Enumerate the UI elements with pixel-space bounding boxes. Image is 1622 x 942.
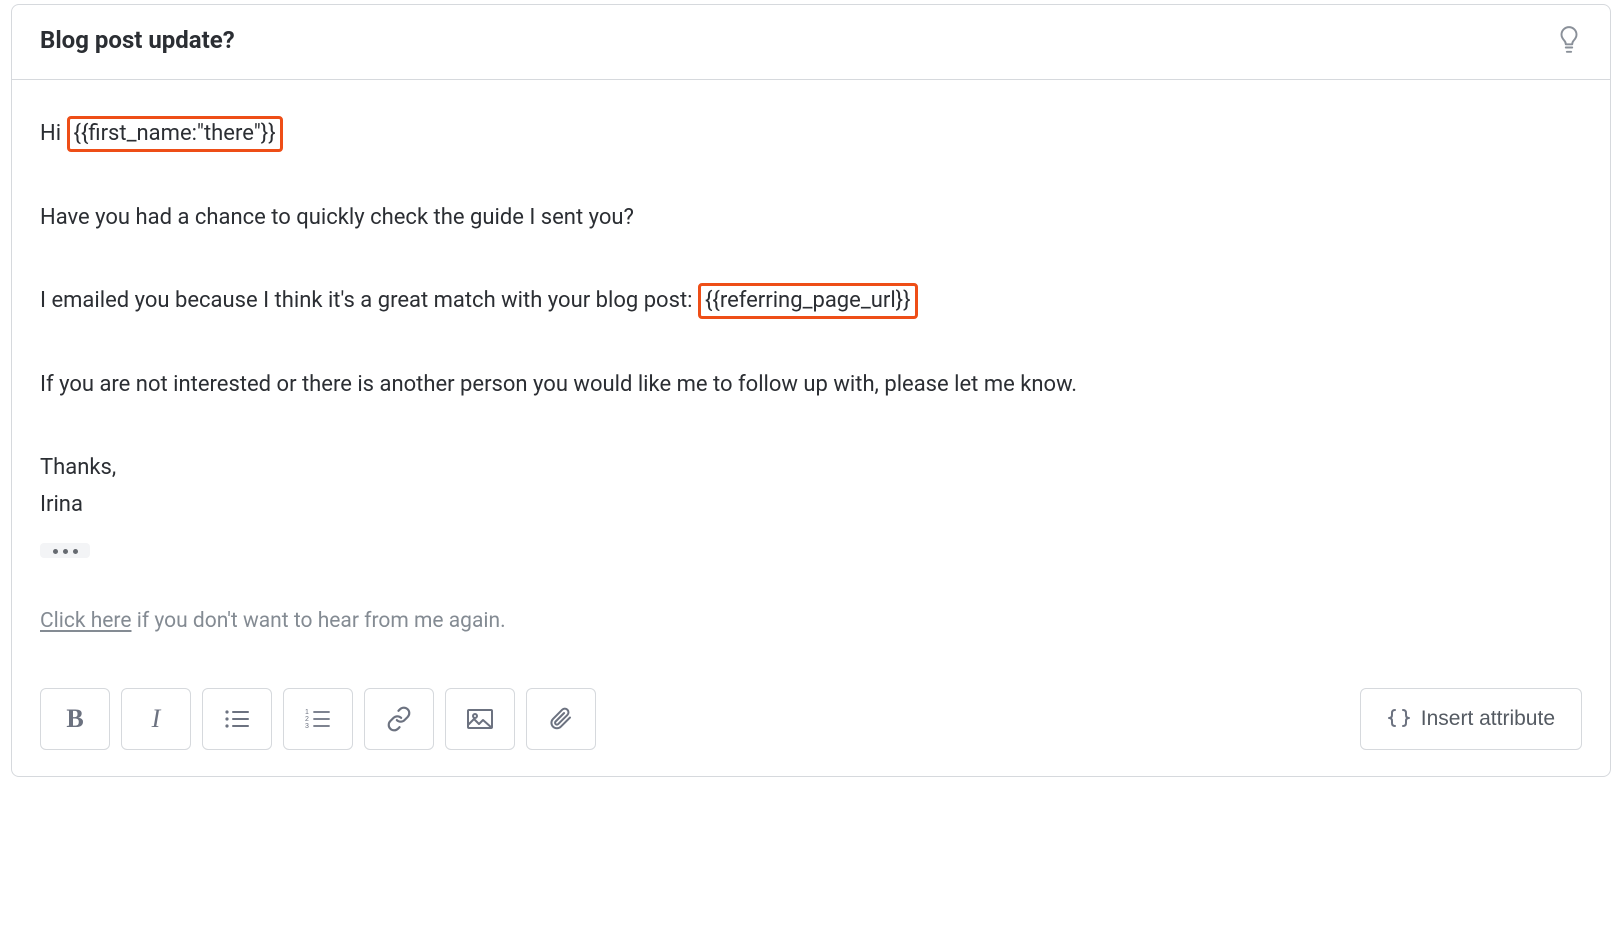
bold-button[interactable]: B	[40, 688, 110, 750]
body-paragraph-2: I emailed you because I think it's a gre…	[40, 283, 1582, 319]
image-icon	[466, 708, 494, 730]
toolbar-left: B I	[40, 688, 596, 750]
ellipsis-icon	[63, 549, 68, 554]
signoff: Thanks,	[40, 450, 1582, 485]
svg-text:2: 2	[305, 716, 309, 723]
composer-header: Blog post update?	[12, 5, 1610, 80]
body-paragraph-3: If you are not interested or there is an…	[40, 367, 1582, 402]
lightbulb-icon[interactable]	[1556, 25, 1582, 55]
bullet-list-button[interactable]	[202, 688, 272, 750]
unsubscribe-text: if you don't want to hear from me again.	[132, 609, 506, 633]
ellipsis-icon	[53, 549, 58, 554]
email-composer: Blog post update? Hi {{first_name:"there…	[11, 4, 1611, 777]
svg-text:3: 3	[305, 723, 309, 730]
svg-text:1: 1	[305, 709, 309, 716]
para2-prefix: I emailed you because I think it's a gre…	[40, 288, 698, 313]
link-icon	[386, 706, 412, 732]
greeting-line: Hi {{first_name:"there"}}	[40, 116, 1582, 152]
insert-attribute-button[interactable]: Insert attribute	[1360, 688, 1582, 750]
signature: Irina	[40, 487, 1582, 522]
email-body[interactable]: Hi {{first_name:"there"}} Have you had a…	[12, 80, 1610, 670]
attachment-button[interactable]	[526, 688, 596, 750]
unsubscribe-link[interactable]: Click here	[40, 609, 132, 633]
italic-button[interactable]: I	[121, 688, 191, 750]
body-paragraph-1: Have you had a chance to quickly check t…	[40, 200, 1582, 235]
braces-icon	[1387, 708, 1411, 730]
referring-url-token[interactable]: {{referring_page_url}}	[698, 283, 918, 319]
greeting-prefix: Hi	[40, 121, 67, 146]
bold-icon: B	[66, 704, 83, 734]
first-name-token[interactable]: {{first_name:"there"}}	[67, 116, 283, 152]
unsubscribe-line: Click here if you don't want to hear fro…	[40, 605, 1582, 639]
show-quoted-text-toggle[interactable]	[40, 543, 90, 558]
italic-icon: I	[152, 704, 161, 734]
subject-line[interactable]: Blog post update?	[40, 26, 235, 54]
image-button[interactable]	[445, 688, 515, 750]
paperclip-icon	[549, 706, 573, 732]
link-button[interactable]	[364, 688, 434, 750]
numbered-list-button[interactable]: 1 2 3	[283, 688, 353, 750]
numbered-list-icon: 1 2 3	[305, 708, 331, 730]
insert-attribute-label: Insert attribute	[1421, 707, 1555, 731]
ellipsis-icon	[73, 549, 78, 554]
bullet-list-icon	[224, 708, 250, 730]
formatting-toolbar: B I	[12, 670, 1610, 776]
